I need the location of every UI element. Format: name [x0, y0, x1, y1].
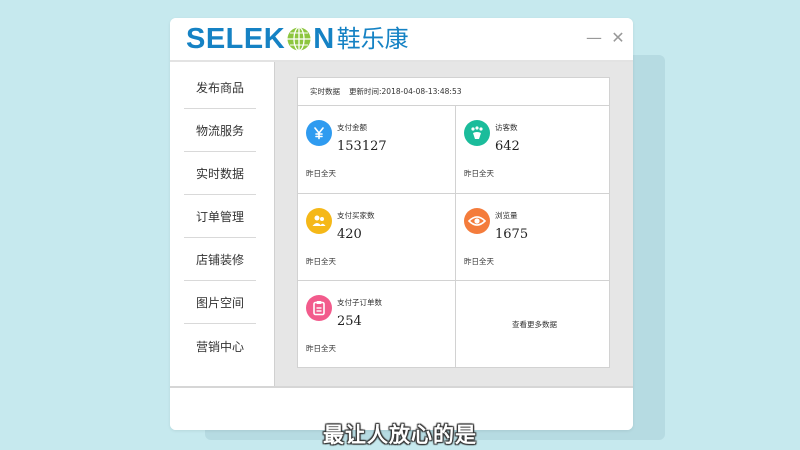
stat-value: 642 [495, 139, 520, 154]
panel-header: 实时数据 更新时间:2018-04-08-13:48:53 [298, 78, 609, 106]
update-time: 更新时间:2018-04-08-13:48:53 [349, 87, 462, 96]
stat-card-payment-amount: 支付金额 153127 昨日全天 [298, 106, 455, 193]
sidebar-item-logistics[interactable]: 物流服务 [184, 110, 256, 152]
main-area: 实时数据 更新时间:2018-04-08-13:48:53 支付金额 15312… [274, 62, 633, 386]
footprint-icon [464, 120, 490, 146]
stat-period: 昨日全天 [306, 344, 336, 353]
minimize-icon[interactable]: — [586, 30, 602, 46]
sidebar: 发布商品 物流服务 实时数据 订单管理 店铺装修 图片空间 营销中心 [170, 62, 274, 386]
eye-icon [464, 208, 490, 234]
brand-logo: SELEK N 鞋乐康 [186, 22, 409, 56]
more-data-cell: 查看更多数据 [456, 281, 613, 368]
stat-period: 昨日全天 [464, 169, 494, 178]
stat-period: 昨日全天 [306, 169, 336, 178]
stat-label: 访客数 [495, 123, 518, 132]
logo-text-right: N [313, 23, 335, 55]
globe-icon [287, 26, 311, 52]
stat-card-page-views: 浏览量 1675 昨日全天 [456, 194, 613, 281]
logo-chinese: 鞋乐康 [336, 25, 409, 53]
logo-text-left: SELEK [186, 23, 286, 55]
stat-value: 1675 [495, 227, 529, 242]
stat-value: 254 [337, 314, 362, 329]
realtime-data-panel: 实时数据 更新时间:2018-04-08-13:48:53 支付金额 15312… [297, 77, 610, 368]
stat-label: 支付子订单数 [337, 298, 382, 307]
stat-card-paying-buyers: 支付买家数 420 昨日全天 [298, 194, 455, 281]
video-subtitle: 最让人放心的是 [323, 423, 477, 447]
users-icon [306, 208, 332, 234]
app-window: SELEK N 鞋乐康 — ✕ 发布商品 物流服务 实时数据 订单管理 店铺装修… [170, 18, 633, 430]
stat-value: 420 [337, 227, 362, 242]
sidebar-item-realtime-data[interactable]: 实时数据 [184, 153, 256, 195]
sidebar-item-orders[interactable]: 订单管理 [184, 196, 256, 238]
stat-card-visitors: 访客数 642 昨日全天 [456, 106, 613, 193]
sidebar-item-marketing[interactable]: 营销中心 [184, 325, 256, 367]
stat-card-sub-orders: 支付子订单数 254 昨日全天 [298, 281, 455, 368]
stat-label: 支付买家数 [337, 211, 375, 220]
panel-title: 实时数据 [310, 87, 340, 96]
sidebar-item-image-space[interactable]: 图片空间 [184, 282, 256, 324]
stat-label: 支付金额 [337, 123, 367, 132]
stat-period: 昨日全天 [464, 257, 494, 266]
stat-label: 浏览量 [495, 211, 518, 220]
yuan-icon [306, 120, 332, 146]
view-more-data-link[interactable]: 查看更多数据 [456, 281, 613, 368]
window-controls: — ✕ [586, 30, 625, 46]
title-bar: SELEK N 鞋乐康 — ✕ [170, 18, 633, 60]
stat-value: 153127 [337, 139, 387, 154]
stat-period: 昨日全天 [306, 257, 336, 266]
sidebar-item-store-design[interactable]: 店铺装修 [184, 239, 256, 281]
sidebar-item-publish[interactable]: 发布商品 [184, 67, 256, 109]
close-icon[interactable]: ✕ [611, 30, 625, 46]
clipboard-icon [306, 295, 332, 321]
